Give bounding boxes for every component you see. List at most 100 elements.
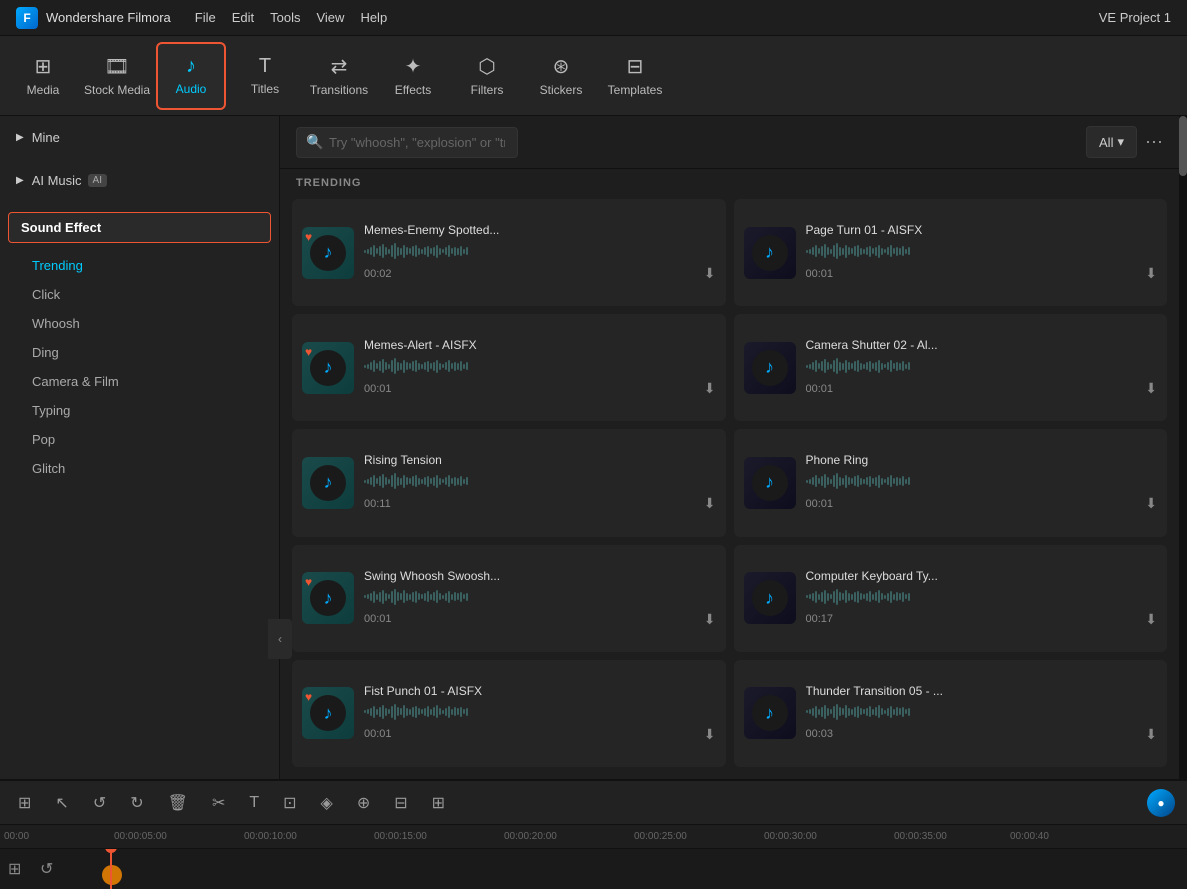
more-options-button[interactable]: ⋯ bbox=[1145, 132, 1163, 153]
audio-card[interactable]: ♪Computer Keyboard Ty...00:17⬇ bbox=[734, 545, 1168, 652]
audio-download-button[interactable]: ⬇ bbox=[1145, 495, 1157, 512]
toolbar-templates[interactable]: ⊟ Templates bbox=[600, 42, 670, 110]
timeline-grid-btn[interactable]: ⊞ bbox=[12, 789, 37, 817]
timeline-audio-btn[interactable]: ⊕ bbox=[351, 789, 376, 817]
sidebar-item-whoosh[interactable]: Whoosh bbox=[0, 309, 279, 338]
toolbar-media[interactable]: ⊞ Media bbox=[8, 42, 78, 110]
track-loop-button[interactable]: ↺ bbox=[40, 857, 53, 881]
scrollbar-thumb[interactable] bbox=[1179, 116, 1187, 176]
timeline-cut-btn[interactable]: ✂ bbox=[206, 789, 231, 817]
search-input[interactable] bbox=[296, 127, 518, 158]
audio-card[interactable]: ♪♥Memes-Alert - AISFX00:01⬇ bbox=[292, 314, 726, 421]
audio-card[interactable]: ♪♥Fist Punch 01 - AISFX00:01⬇ bbox=[292, 660, 726, 767]
content-scrollbar[interactable] bbox=[1179, 116, 1187, 779]
audio-download-button[interactable]: ⬇ bbox=[704, 265, 716, 282]
audio-thumbnail: ♪♥ bbox=[302, 687, 354, 739]
toolbar-transitions[interactable]: ⇄ Transitions bbox=[304, 42, 374, 110]
track-add-button[interactable]: ⊞ bbox=[8, 857, 21, 881]
sidebar-ai-music-label: AI Music bbox=[32, 173, 82, 188]
audio-download-button[interactable]: ⬇ bbox=[1145, 265, 1157, 282]
toolbar-audio[interactable]: ♪ Audio bbox=[156, 42, 226, 110]
timeline-mask-btn[interactable]: ◈ bbox=[315, 789, 339, 817]
sidebar-item-ding[interactable]: Ding bbox=[0, 338, 279, 367]
menu-edit[interactable]: Edit bbox=[232, 10, 254, 25]
audio-card[interactable]: ♪Camera Shutter 02 - Al...00:01⬇ bbox=[734, 314, 1168, 421]
filter-button[interactable]: All ▾ bbox=[1086, 126, 1137, 158]
audio-footer: 00:03⬇ bbox=[806, 726, 1158, 743]
audio-waveform bbox=[364, 241, 716, 261]
audio-footer: 00:01⬇ bbox=[364, 611, 716, 628]
timeline-caption-btn[interactable]: ⊟ bbox=[388, 789, 413, 817]
audio-card[interactable]: ♪Rising Tension00:11⬇ bbox=[292, 429, 726, 536]
audio-download-button[interactable]: ⬇ bbox=[1145, 726, 1157, 743]
menu-help[interactable]: Help bbox=[360, 10, 387, 25]
toolbar-titles[interactable]: T Titles bbox=[230, 42, 300, 110]
timeline-select-btn[interactable]: ↖ bbox=[49, 789, 74, 817]
sidebar-item-camera-film[interactable]: Camera & Film bbox=[0, 367, 279, 396]
sidebar-collapse-button[interactable]: ‹ bbox=[268, 619, 280, 659]
audio-waveform bbox=[806, 356, 1158, 376]
audio-waveform bbox=[364, 356, 716, 376]
ruler-mark-6: 00:00:30:00 bbox=[764, 831, 817, 842]
audio-download-button[interactable]: ⬇ bbox=[704, 611, 716, 628]
audio-duration: 00:17 bbox=[806, 613, 834, 625]
audio-thumbnail: ♪♥ bbox=[302, 342, 354, 394]
timeline-redo-btn[interactable]: ↻ bbox=[124, 789, 149, 817]
audio-download-button[interactable]: ⬇ bbox=[704, 495, 716, 512]
audio-icon: ♪ bbox=[186, 55, 196, 78]
menu-file[interactable]: File bbox=[195, 10, 216, 25]
audio-download-button[interactable]: ⬇ bbox=[1145, 380, 1157, 397]
timeline-ruler: 00:00 00:00:05:00 00:00:10:00 00:00:15:0… bbox=[0, 825, 1187, 849]
audio-download-button[interactable]: ⬇ bbox=[704, 380, 716, 397]
audio-download-button[interactable]: ⬇ bbox=[704, 726, 716, 743]
toolbar-stickers[interactable]: ⊛ Stickers bbox=[526, 42, 596, 110]
toolbar-effects-label: Effects bbox=[395, 83, 431, 97]
music-note-icon: ♪ bbox=[765, 472, 774, 493]
ruler-mark-5: 00:00:25:00 bbox=[634, 831, 687, 842]
sidebar-mine[interactable]: ▶ Mine bbox=[0, 122, 279, 153]
sidebar-ai-music[interactable]: ▶ AI Music AI bbox=[0, 165, 279, 196]
audio-card[interactable]: ♪Thunder Transition 05 - ...00:03⬇ bbox=[734, 660, 1168, 767]
audio-footer: 00:11 ⬇ bbox=[364, 495, 716, 512]
audio-card[interactable]: ♪♥Swing Whoosh Swoosh...00:01⬇ bbox=[292, 545, 726, 652]
timeline-undo-btn[interactable]: ↺ bbox=[87, 789, 112, 817]
audio-card[interactable]: ♪♥Memes-Enemy Spotted...00:02⬇ bbox=[292, 199, 726, 306]
audio-duration: 00:01 bbox=[806, 268, 834, 280]
audio-card[interactable]: ♪Page Turn 01 - AISFX00:01⬇ bbox=[734, 199, 1168, 306]
audio-info: Phone Ring00:01⬇ bbox=[806, 453, 1158, 512]
sidebar-item-trending[interactable]: Trending bbox=[0, 251, 279, 280]
sidebar-item-pop[interactable]: Pop bbox=[0, 425, 279, 454]
menu-tools[interactable]: Tools bbox=[270, 10, 300, 25]
audio-download-button[interactable]: ⬇ bbox=[1145, 611, 1157, 628]
toolbar-media-label: Media bbox=[27, 83, 60, 97]
timeline-crop-btn[interactable]: ⊡ bbox=[277, 789, 302, 817]
audio-waveform bbox=[364, 587, 716, 607]
favorite-icon: ♥ bbox=[305, 575, 312, 589]
audio-duration: 00:11 bbox=[364, 498, 391, 510]
search-icon: 🔍 bbox=[306, 134, 323, 151]
filter-label: All bbox=[1099, 135, 1113, 150]
stock-media-icon: 🎞 bbox=[104, 54, 129, 79]
music-note-icon: ♪ bbox=[324, 242, 333, 263]
timeline-delete-btn[interactable]: 🗑 bbox=[162, 789, 194, 817]
audio-waveform bbox=[364, 702, 716, 722]
sidebar-item-typing[interactable]: Typing bbox=[0, 396, 279, 425]
sidebar-item-click[interactable]: Click bbox=[0, 280, 279, 309]
timeline-text-btn[interactable]: T bbox=[243, 790, 265, 816]
trending-label: TRENDING bbox=[280, 169, 1179, 195]
ruler-mark-3: 00:00:15:00 bbox=[374, 831, 427, 842]
timeline-translate-btn[interactable]: ⊞ bbox=[426, 789, 451, 817]
menu-view[interactable]: View bbox=[316, 10, 344, 25]
sidebar-sound-effect[interactable]: Sound Effect bbox=[8, 212, 271, 243]
toolbar-effects[interactable]: ✦ Effects bbox=[378, 42, 448, 110]
toolbar-filters[interactable]: ⬡ Filters bbox=[452, 42, 522, 110]
sidebar-mine-section: ▶ Mine bbox=[0, 116, 279, 159]
ruler-mark-1: 00:00:05:00 bbox=[114, 831, 167, 842]
sidebar-item-glitch[interactable]: Glitch bbox=[0, 454, 279, 483]
toolbar-stock-media[interactable]: 🎞 Stock Media bbox=[82, 42, 152, 110]
sidebar-sound-effect-section: Sound Effect Trending Click Whoosh Ding … bbox=[0, 202, 279, 493]
audio-duration: 00:02 bbox=[364, 268, 392, 280]
audio-card[interactable]: ♪ Phone Ring00:01⬇ bbox=[734, 429, 1168, 536]
playhead[interactable] bbox=[110, 849, 112, 889]
timeline-right: ● bbox=[1147, 789, 1175, 817]
